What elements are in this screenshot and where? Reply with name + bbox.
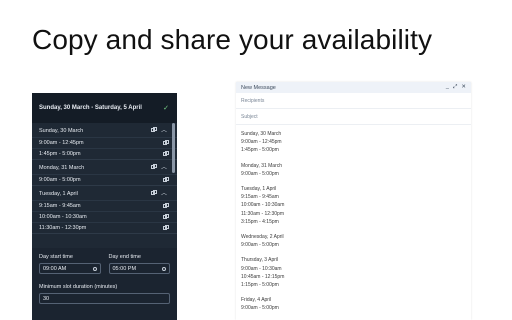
group-slot: 1:45pm - 5:00pm bbox=[241, 147, 279, 154]
copy-icon[interactable] bbox=[163, 202, 170, 208]
availability-group: Monday, 31 March 9:00am - 5:00pm bbox=[241, 162, 466, 178]
group-day: Monday, 31 March bbox=[241, 162, 283, 169]
availability-panel: Sunday, 30 March - Saturday, 5 April ✓ S… bbox=[32, 93, 177, 320]
availability-group: Friday, 4 April 9:00am - 5:00pm bbox=[241, 296, 466, 312]
close-icon[interactable]: ✕ bbox=[461, 84, 466, 91]
day-header[interactable]: Tuesday, 1 April ︿ bbox=[32, 188, 177, 200]
group-slot: 9:00am - 5:00pm bbox=[241, 170, 279, 177]
scrollbar[interactable] bbox=[172, 123, 175, 173]
group-day: Thursday, 3 April bbox=[241, 257, 279, 264]
copy-icon[interactable] bbox=[150, 126, 158, 132]
group-day: Sunday, 30 March bbox=[241, 131, 282, 137]
availability-group: Wednesday, 2 April 9:00am - 5:00pm bbox=[241, 233, 466, 249]
group-slot: 3:15pm - 4:15pm bbox=[241, 218, 279, 225]
time-slot-row: 9:15am - 9:45am bbox=[32, 200, 177, 211]
copy-icon[interactable] bbox=[163, 224, 170, 230]
day-start-label: Day start time bbox=[39, 254, 73, 260]
group-day: Tuesday, 1 April bbox=[241, 186, 277, 193]
time-slot-text: 11:30am - 12:30pm bbox=[39, 225, 87, 231]
day-header[interactable]: Sunday, 30 March ︿ bbox=[32, 125, 177, 137]
recipients-placeholder: Recipients bbox=[241, 97, 265, 104]
recipients-field[interactable]: Recipients bbox=[236, 93, 471, 109]
time-slot-text: 9:00am - 12:45pm bbox=[39, 140, 84, 146]
copy-icon[interactable] bbox=[150, 189, 158, 195]
group-slot: 9:00am - 5:00pm bbox=[241, 242, 279, 249]
group-slot: 10:00am - 10:30am bbox=[241, 202, 285, 209]
date-range-header[interactable]: Sunday, 30 March - Saturday, 5 April ✓ bbox=[32, 93, 177, 123]
group-slot: 9:00am - 12:45pm bbox=[241, 139, 282, 146]
chevron-up-icon[interactable]: ︿ bbox=[161, 165, 167, 171]
minimize-icon[interactable]: _ bbox=[446, 84, 449, 91]
availability-group: Sunday, 30 March 9:00am - 12:45pm 1:45pm… bbox=[241, 130, 466, 155]
time-slot-text: 10:00am - 10:30am bbox=[39, 214, 87, 220]
email-compose-window: New Message _ ⤢ ✕ Recipients Subject Sun… bbox=[236, 82, 471, 320]
clock-icon[interactable] bbox=[162, 266, 166, 271]
group-day: Friday, 4 April bbox=[241, 297, 272, 304]
min-duration-value: 30 bbox=[43, 295, 50, 302]
day-label: Sunday, 30 March bbox=[39, 128, 84, 134]
day-end-label: Day end time bbox=[108, 254, 141, 260]
copy-icon[interactable] bbox=[163, 150, 170, 156]
time-slot-text: 1:45pm - 5:00pm bbox=[39, 151, 81, 157]
min-duration-input[interactable]: 30 bbox=[39, 293, 170, 304]
group-slot: 9:00am - 5:00pm bbox=[241, 305, 279, 312]
copy-icon[interactable] bbox=[163, 139, 170, 145]
message-body[interactable]: Sunday, 30 March 9:00am - 12:45pm 1:45pm… bbox=[236, 125, 471, 320]
day-label: Tuesday, 1 April bbox=[39, 191, 78, 197]
check-icon: ✓ bbox=[163, 105, 169, 112]
subject-placeholder: Subject bbox=[241, 113, 258, 120]
chevron-up-icon[interactable]: ︿ bbox=[161, 128, 167, 134]
group-slot: 9:15am - 9:45am bbox=[241, 194, 279, 201]
date-range-label: Sunday, 30 March - Saturday, 5 April bbox=[39, 105, 142, 111]
expand-icon[interactable]: ⤢ bbox=[453, 84, 457, 91]
compose-title: New Message bbox=[241, 84, 276, 91]
day-section: Monday, 31 March ︿ 9:00am - 5:00pm bbox=[32, 162, 177, 186]
compose-title-bar: New Message _ ⤢ ✕ bbox=[236, 82, 471, 93]
time-slot-row: 11:30am - 12:30pm bbox=[32, 222, 177, 233]
time-slot-text: 9:00am - 5:00pm bbox=[39, 177, 81, 183]
page-headline: Copy and share your availability bbox=[32, 24, 433, 55]
day-start-input[interactable]: 09:00 AM bbox=[39, 263, 101, 274]
copy-icon[interactable] bbox=[163, 176, 170, 182]
day-start-value: 09:00 AM bbox=[43, 265, 67, 272]
settings-controls: Day start time 09:00 AM Day end time 05:… bbox=[32, 248, 177, 320]
time-slot-row: 1:45pm - 5:00pm bbox=[32, 148, 177, 159]
day-section: Sunday, 30 March ︿ 9:00am - 12:45pm 1:45… bbox=[32, 125, 177, 160]
group-slot: 1:15pm - 5:00pm bbox=[241, 282, 279, 289]
group-slot: 11:30am - 12:30pm bbox=[241, 210, 284, 217]
day-section: Tuesday, 1 April ︿ 9:15am - 9:45am 10:00… bbox=[32, 188, 177, 234]
availability-group: Thursday, 3 April 9:00am - 10:30am 10:45… bbox=[241, 256, 466, 289]
subject-field[interactable]: Subject bbox=[236, 109, 471, 125]
time-slot-text: 9:15am - 9:45am bbox=[39, 203, 81, 209]
day-end-value: 05:00 PM bbox=[112, 265, 137, 272]
day-end-input[interactable]: 05:00 PM bbox=[108, 263, 170, 274]
clock-icon[interactable] bbox=[92, 266, 97, 271]
time-slot-row: 9:00am - 5:00pm bbox=[32, 174, 177, 185]
availability-group: Tuesday, 1 April 9:15am - 9:45am 10:00am… bbox=[241, 185, 466, 226]
day-header[interactable]: Monday, 31 March ︿ bbox=[32, 162, 177, 174]
chevron-up-icon[interactable]: ︿ bbox=[161, 191, 167, 197]
min-duration-label: Minimum slot duration (minutes) bbox=[39, 284, 118, 290]
day-label: Monday, 31 March bbox=[39, 165, 85, 171]
time-slot-row: 9:00am - 12:45pm bbox=[32, 137, 177, 148]
group-slot: 9:00am - 10:30am bbox=[241, 265, 282, 272]
group-day: Wednesday, 2 April bbox=[241, 234, 284, 241]
copy-icon[interactable] bbox=[163, 213, 170, 219]
time-slot-row: 10:00am - 10:30am bbox=[32, 211, 177, 222]
copy-icon[interactable] bbox=[150, 163, 158, 169]
group-slot: 10:45am - 12:15pm bbox=[241, 273, 285, 280]
